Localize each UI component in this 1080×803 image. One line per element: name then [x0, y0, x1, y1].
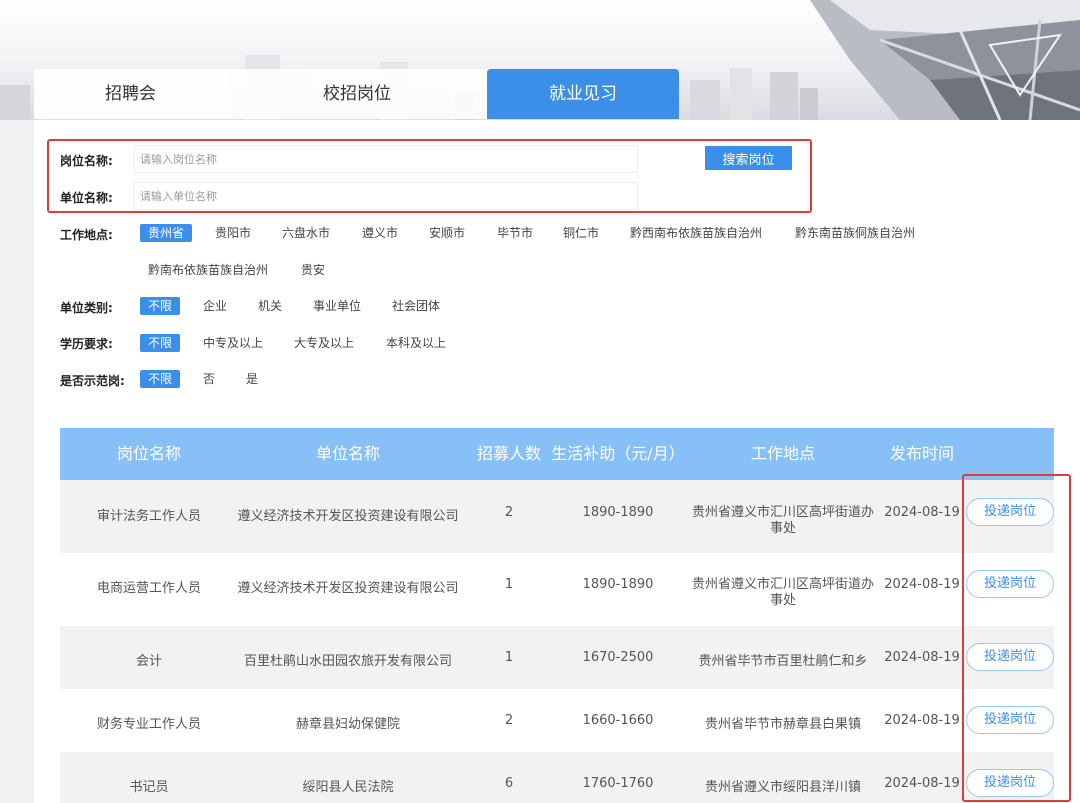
demo-option-yes[interactable]: 是 — [246, 370, 258, 388]
cell-date: 2024-08-19 — [884, 713, 960, 728]
location-option-guizhou[interactable]: 贵州省 — [140, 224, 193, 242]
location-option[interactable]: 毕节市 — [497, 224, 533, 242]
cell-location: 贵州省毕节市赫章县白果镇 — [704, 717, 861, 732]
page-gutter — [0, 120, 34, 803]
apply-button[interactable]: 投递岗位 — [966, 498, 1054, 526]
cell-position: 会计 — [135, 654, 162, 669]
unit-type-filter-label: 单位类别: — [60, 301, 113, 315]
unit-name-label: 单位名称: — [60, 191, 113, 205]
location-option[interactable]: 铜仁市 — [563, 224, 599, 242]
cell-count: 1 — [504, 577, 514, 592]
location-option[interactable]: 贵阳市 — [215, 224, 251, 242]
table-row: 会计 百里杜鹃山水田园农旅开发有限公司 1 1670-2500 贵州省毕节市百里… — [60, 626, 1054, 689]
unit-type-option[interactable]: 社会团体 — [392, 297, 440, 315]
location-option[interactable]: 黔东南苗族侗族自治州 — [795, 224, 915, 242]
apply-button[interactable]: 投递岗位 — [966, 643, 1054, 671]
cell-unit: 赫章县妇幼保健院 — [295, 717, 400, 732]
cell-unit: 绥阳县人民法院 — [302, 780, 394, 795]
position-name-input[interactable] — [134, 145, 638, 173]
cell-count: 1 — [504, 650, 514, 665]
cell-count: 2 — [504, 713, 514, 728]
table-row: 电商运营工作人员 遵义经济技术开发区投资建设有限公司 1 1890-1890 贵… — [60, 553, 1054, 626]
education-option[interactable]: 大专及以上 — [294, 334, 354, 352]
cell-location: 贵州省遵义市绥阳县洋川镇 — [704, 780, 861, 795]
cell-position: 审计法务工作人员 — [96, 509, 201, 524]
cell-subsidy: 1890-1890 — [582, 577, 654, 592]
apply-button[interactable]: 投递岗位 — [966, 706, 1054, 734]
cell-location: 贵州省毕节市百里杜鹃仁和乡 — [698, 654, 868, 669]
education-option[interactable]: 本科及以上 — [386, 334, 446, 352]
location-option[interactable]: 贵安 — [301, 261, 325, 279]
column-header-subsidy: 生活补助（元/月） — [551, 444, 685, 463]
cell-date: 2024-08-19 — [884, 650, 960, 665]
cell-date: 2024-08-19 — [884, 577, 960, 592]
demo-post-filter-label: 是否示范岗: — [60, 374, 125, 388]
apply-button[interactable]: 投递岗位 — [966, 570, 1054, 598]
location-option[interactable]: 安顺市 — [429, 224, 465, 242]
location-option[interactable]: 遵义市 — [362, 224, 398, 242]
unit-type-option-any[interactable]: 不限 — [140, 297, 181, 315]
table-row: 财务专业工作人员 赫章县妇幼保健院 2 1660-1660 贵州省毕节市赫章县白… — [60, 689, 1054, 752]
education-option[interactable]: 中专及以上 — [203, 334, 263, 352]
column-header-date: 发布时间 — [889, 444, 954, 463]
table-row: 审计法务工作人员 遵义经济技术开发区投资建设有限公司 2 1890-1890 贵… — [60, 480, 1054, 553]
search-button[interactable]: 搜索岗位 — [705, 146, 792, 170]
cell-count: 2 — [504, 505, 514, 520]
unit-type-option[interactable]: 机关 — [258, 297, 282, 315]
unit-name-input[interactable] — [134, 182, 638, 210]
position-name-label: 岗位名称: — [60, 154, 113, 168]
cell-location: 贵州省遵义市汇川区高坪街道办事处 — [691, 577, 874, 608]
location-filter-label: 工作地点: — [60, 228, 113, 242]
column-header-location: 工作地点 — [750, 444, 815, 463]
table-row: 书记员 绥阳县人民法院 6 1760-1760 贵州省遵义市绥阳县洋川镇 202… — [60, 752, 1054, 803]
demo-option-any[interactable]: 不限 — [140, 370, 181, 388]
cell-subsidy: 1670-2500 — [582, 650, 654, 665]
column-header-unit: 单位名称 — [315, 444, 380, 463]
cell-date: 2024-08-19 — [884, 776, 960, 791]
unit-type-option[interactable]: 企业 — [203, 297, 227, 315]
table-header: 岗位名称 单位名称 招募人数 生活补助（元/月） 工作地点 发布时间 — [60, 428, 1054, 480]
apply-button[interactable]: 投递岗位 — [966, 769, 1054, 797]
column-header-count: 招募人数 — [476, 444, 541, 463]
cell-position: 财务专业工作人员 — [96, 717, 201, 732]
cell-subsidy: 1890-1890 — [582, 505, 654, 520]
cell-position: 电商运营工作人员 — [96, 581, 201, 596]
cell-subsidy: 1660-1660 — [582, 713, 654, 728]
cell-position: 书记员 — [129, 780, 169, 795]
column-header-position: 岗位名称 — [116, 444, 181, 463]
location-option[interactable]: 黔西南布依族苗族自治州 — [630, 224, 762, 242]
location-option[interactable]: 黔南布依族苗族自治州 — [148, 261, 268, 279]
cell-date: 2024-08-19 — [884, 505, 960, 520]
cell-location: 贵州省遵义市汇川区高坪街道办事处 — [691, 505, 874, 536]
cell-count: 6 — [504, 776, 514, 791]
unit-type-option[interactable]: 事业单位 — [313, 297, 361, 315]
cell-unit: 百里杜鹃山水田园农旅开发有限公司 — [243, 654, 452, 669]
education-filter-label: 学历要求: — [60, 337, 113, 351]
cell-subsidy: 1760-1760 — [582, 776, 654, 791]
tab-job-fair[interactable]: 招聘会 — [34, 69, 227, 119]
location-option[interactable]: 六盘水市 — [282, 224, 330, 242]
cell-unit: 遵义经济技术开发区投资建设有限公司 — [237, 581, 459, 596]
tab-campus-jobs[interactable]: 校招岗位 — [227, 69, 487, 119]
demo-option-no[interactable]: 否 — [203, 370, 215, 388]
tab-internship[interactable]: 就业见习 — [487, 69, 679, 119]
education-option-any[interactable]: 不限 — [140, 334, 181, 352]
cell-unit: 遵义经济技术开发区投资建设有限公司 — [237, 509, 459, 524]
